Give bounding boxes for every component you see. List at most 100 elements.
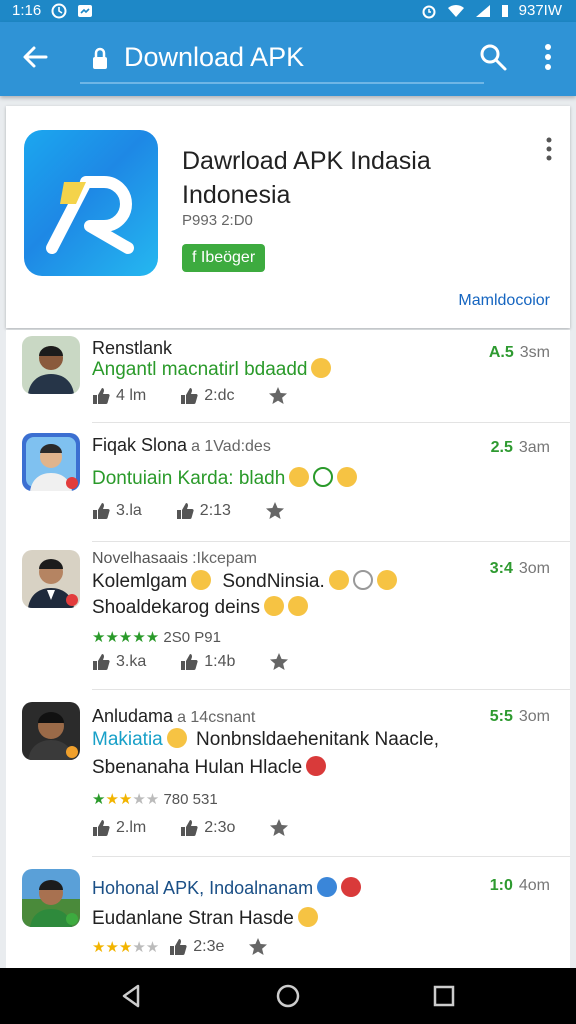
- system-nav-bar: [0, 968, 576, 1024]
- app-badge[interactable]: f Ibeöger: [182, 244, 266, 272]
- nav-home-icon[interactable]: [274, 982, 302, 1010]
- smile-emoji-icon: [376, 570, 397, 590]
- avatar: [22, 433, 80, 491]
- review-text: Eudanlane Stran Hasde: [92, 907, 318, 930]
- avatar: [22, 550, 80, 608]
- battery-icon: [501, 4, 508, 17]
- thumb-up-icon: [93, 388, 110, 404]
- app-title-line1: Dawrload APK Indasia: [182, 147, 431, 175]
- app-title: Dawrload APK Indasia Indonesia: [182, 144, 431, 212]
- lock-icon: [93, 47, 107, 69]
- smile-emoji-icon: [297, 907, 318, 927]
- review-actions: 3.la 2:13: [92, 501, 285, 521]
- reviewer-name: Renstlank: [92, 338, 173, 358]
- review-actions: 2.lm 2:3o: [92, 818, 289, 838]
- heart-emoji-icon: [341, 877, 362, 897]
- more-info-link[interactable]: Mamldocoior: [458, 292, 550, 310]
- nav-back-icon[interactable]: [118, 982, 146, 1010]
- share-icon: [181, 388, 198, 404]
- review-rating: 2.5 3am: [490, 439, 550, 456]
- star-icon[interactable]: [248, 937, 268, 957]
- star-icon[interactable]: [269, 652, 289, 672]
- reviewer-name: Anludama a 14csnant: [92, 706, 256, 726]
- review-rating: 1:0 4om: [489, 877, 550, 894]
- notification-icon: [78, 4, 93, 17]
- review-text-2: Shoaldekarog deins: [92, 596, 308, 619]
- reviewer-name: Fiqak Slona a 1Vad:des: [92, 435, 271, 455]
- card-more-icon[interactable]: [544, 136, 554, 162]
- share-icon: [170, 939, 187, 955]
- star-icon[interactable]: [269, 818, 289, 838]
- reviewer-name: Novelhasaais:Ikcepam: [92, 550, 257, 567]
- review-text: Makiatia Nonbnsldaehenitank Naacle,: [92, 728, 439, 750]
- grin-emoji-icon: [191, 570, 212, 590]
- star-rating: ★★★★★ 780 531: [92, 791, 218, 808]
- thumb-up-icon: [93, 503, 110, 519]
- app-logo-icon[interactable]: [24, 130, 158, 276]
- check-circle-icon: [313, 467, 334, 487]
- app-meta: P993 2:D0: [182, 212, 253, 229]
- page-title[interactable]: Download APK: [124, 42, 304, 73]
- watermelon-emoji-icon: [306, 756, 327, 776]
- grin-emoji-icon: [289, 467, 310, 487]
- thumb-up-icon: [93, 654, 110, 670]
- share-button[interactable]: 1:4b: [180, 653, 235, 671]
- app-bar: Download APK: [0, 22, 576, 96]
- app-card: Dawrload APK Indasia Indonesia P993 2:D0…: [6, 106, 570, 328]
- star-rating: ★★★★★ 2:3e: [92, 937, 268, 957]
- dna-emoji-icon: [317, 877, 338, 897]
- search-icon[interactable]: [478, 42, 508, 72]
- avatar: [22, 869, 80, 927]
- share-icon: [181, 820, 198, 836]
- star-icon[interactable]: [265, 501, 285, 521]
- like-button[interactable]: 2.lm: [92, 819, 146, 837]
- url-underline: [80, 82, 484, 84]
- share-button[interactable]: 2:3e: [169, 938, 224, 956]
- share-icon: [181, 654, 198, 670]
- reviewer-name: Hohonal APK, Indoalnanam: [92, 877, 362, 899]
- review-actions: 4 lm 2:dc: [92, 386, 288, 406]
- status-battery-text: 937IW: [518, 2, 562, 19]
- review-list: Renstlank A.5 3sm Angantl macnatirl bdaad…: [6, 330, 570, 968]
- like-button[interactable]: 3.ka: [92, 653, 146, 671]
- share-button[interactable]: 2:13: [176, 502, 231, 520]
- review-rating: A.5 3sm: [488, 344, 550, 361]
- share-button[interactable]: 2:dc: [180, 387, 234, 405]
- review-actions: 3.ka 1:4b: [92, 652, 289, 672]
- app-title-line2: Indonesia: [182, 181, 291, 209]
- review-rating: 3:4 3om: [489, 560, 550, 577]
- back-arrow-icon[interactable]: [20, 42, 50, 72]
- more-vert-icon[interactable]: [538, 42, 558, 72]
- star-icon[interactable]: [268, 386, 288, 406]
- avatar: [22, 336, 80, 394]
- review-item[interactable]: Hohonal APK, Indoalnanam 1:0 4om Eudanlan…: [6, 857, 570, 968]
- wifi-icon: [447, 4, 464, 17]
- review-text: Kolemlgam SondNinsia.: [92, 570, 397, 593]
- nav-recents-icon[interactable]: [430, 982, 458, 1010]
- review-text: Dontuiain Karda: bladh: [92, 467, 358, 490]
- review-item[interactable]: Anludama a 14csnant 5:5 3om Makiatia Nonbn…: [6, 690, 570, 856]
- smile-emoji-icon: [263, 596, 284, 616]
- review-text: Angantl macnatirl bdaadd: [92, 358, 332, 381]
- like-button[interactable]: 3.la: [92, 502, 142, 520]
- kiss-emoji-icon: [328, 570, 349, 590]
- thumb-up-icon: [93, 820, 110, 836]
- star-rating: ★★★★★ 2S0 P91: [92, 629, 221, 646]
- review-item[interactable]: Novelhasaais:Ikcepam 3:4 3om Kolemlgam So…: [6, 542, 570, 689]
- review-text-2: Sbenanaha Hulan Hlacle: [92, 756, 327, 779]
- signal-icon: [475, 4, 490, 17]
- smile-emoji-icon: [337, 467, 358, 487]
- lock-emoji-icon: [166, 728, 187, 748]
- share-icon: [176, 503, 194, 519]
- review-item[interactable]: Fiqak Slona a 1Vad:des 2.5 3am Dontuiain K…: [6, 423, 570, 541]
- review-item[interactable]: Renstlank A.5 3sm Angantl macnatirl bdaad…: [6, 330, 570, 422]
- status-time: 1:16: [12, 2, 42, 19]
- smile-emoji-icon: [311, 358, 332, 378]
- review-rating: 5:5 3om: [489, 708, 550, 725]
- like-button[interactable]: 4 lm: [92, 387, 146, 405]
- alarm-icon: [422, 5, 436, 18]
- gray-circle-icon: [352, 570, 373, 590]
- share-button[interactable]: 2:3o: [180, 819, 235, 837]
- status-bar: 1:16 937IW: [0, 0, 576, 22]
- smirk-emoji-icon: [287, 596, 308, 616]
